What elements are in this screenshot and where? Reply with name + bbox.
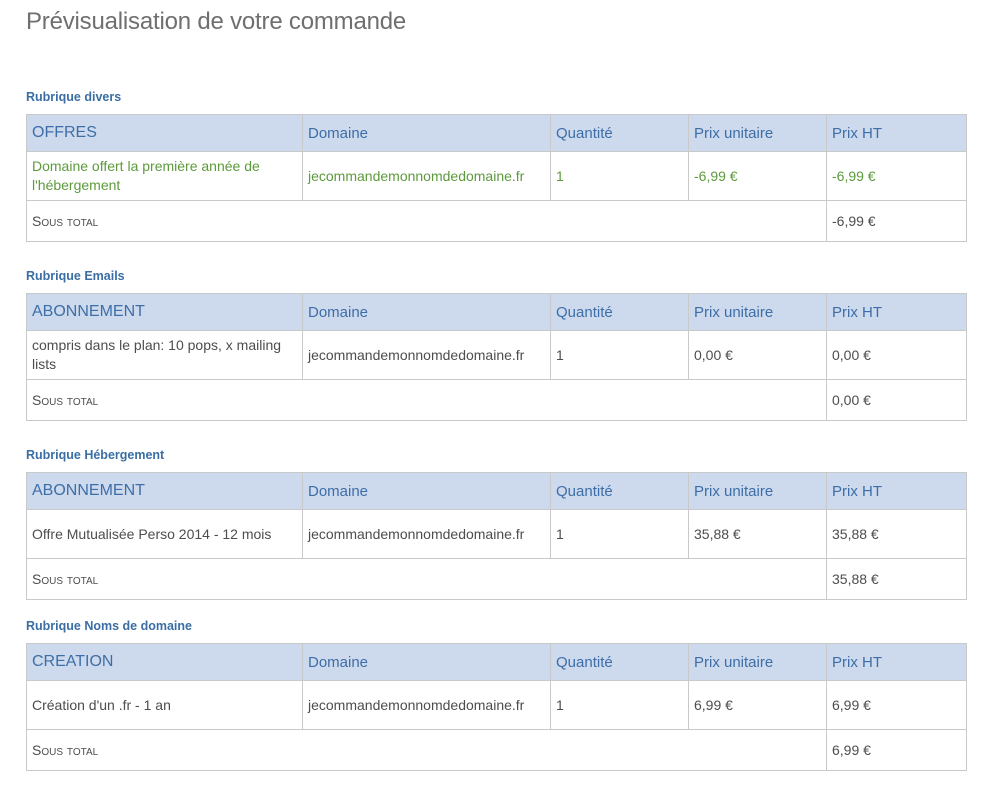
page-title: Prévisualisation de votre commande (26, 8, 407, 35)
item-quantity: 1 (550, 330, 689, 380)
header-category: CREATION (26, 643, 303, 681)
section-noms-de-domaine: Rubrique Noms de domaine CREATION Domain… (26, 617, 967, 771)
subtotal-label: Sous total (26, 558, 827, 600)
item-quantity: 1 (550, 509, 689, 559)
item-unit-price: -6,99 € (688, 151, 827, 201)
item-unit-price: 6,99 € (688, 680, 827, 730)
subtotal-row: Sous total 6,99 € (26, 729, 967, 771)
table-row: Offre Mutualisée Perso 2014 - 12 mois je… (26, 509, 967, 559)
header-unit-price: Prix unitaire (688, 114, 827, 152)
header-unit-price: Prix unitaire (688, 293, 827, 331)
section-title: Rubrique Hébergement (26, 448, 165, 462)
header-category: ABONNEMENT (26, 472, 303, 510)
table-header-row: CREATION Domaine Quantité Prix unitaire … (26, 643, 967, 681)
header-total-price: Prix HT (826, 643, 967, 681)
header-total-price: Prix HT (826, 293, 967, 331)
item-unit-price: 0,00 € (688, 330, 827, 380)
header-unit-price: Prix unitaire (688, 472, 827, 510)
header-total-price: Prix HT (826, 114, 967, 152)
section-title: Rubrique Emails (26, 269, 125, 283)
item-total-price: 6,99 € (826, 680, 967, 730)
header-total-price: Prix HT (826, 472, 967, 510)
item-detail: Création d'un .fr - 1 an (26, 680, 303, 730)
subtotal-label: Sous total (26, 729, 827, 771)
header-domain: Domaine (302, 114, 551, 152)
header-domain: Domaine (302, 643, 551, 681)
item-domain: jecommandemonnomdedomaine.fr (302, 680, 551, 730)
table-header-row: ABONNEMENT Domaine Quantité Prix unitair… (26, 472, 967, 510)
header-category: OFFRES (26, 114, 303, 152)
order-table: ABONNEMENT Domaine Quantité Prix unitair… (26, 293, 967, 421)
order-table: CREATION Domaine Quantité Prix unitaire … (26, 643, 967, 771)
subtotal-value: 35,88 € (826, 558, 967, 600)
header-quantity: Quantité (550, 114, 689, 152)
subtotal-row: Sous total -6,99 € (26, 200, 967, 242)
section-hebergement: Rubrique Hébergement ABONNEMENT Domaine … (26, 446, 967, 600)
section-title: Rubrique divers (26, 90, 122, 104)
order-table: OFFRES Domaine Quantité Prix unitaire Pr… (26, 114, 967, 242)
item-domain: jecommandemonnomdedomaine.fr (302, 151, 551, 201)
order-table: ABONNEMENT Domaine Quantité Prix unitair… (26, 472, 967, 600)
item-total-price: 35,88 € (826, 509, 967, 559)
table-header-row: ABONNEMENT Domaine Quantité Prix unitair… (26, 293, 967, 331)
subtotal-label: Sous total (26, 200, 827, 242)
header-domain: Domaine (302, 293, 551, 331)
item-detail: compris dans le plan: 10 pops, x mailing… (26, 330, 303, 380)
item-domain: jecommandemonnomdedomaine.fr (302, 509, 551, 559)
item-domain: jecommandemonnomdedomaine.fr (302, 330, 551, 380)
section-emails: Rubrique Emails ABONNEMENT Domaine Quant… (26, 267, 967, 421)
item-detail: Offre Mutualisée Perso 2014 - 12 mois (26, 509, 303, 559)
header-quantity: Quantité (550, 472, 689, 510)
header-quantity: Quantité (550, 293, 689, 331)
table-row: Création d'un .fr - 1 an jecommandemonno… (26, 680, 967, 730)
subtotal-row: Sous total 35,88 € (26, 558, 967, 600)
header-domain: Domaine (302, 472, 551, 510)
section-title: Rubrique Noms de domaine (26, 619, 192, 633)
header-unit-price: Prix unitaire (688, 643, 827, 681)
table-row: compris dans le plan: 10 pops, x mailing… (26, 330, 967, 380)
item-quantity: 1 (550, 151, 689, 201)
subtotal-value: 6,99 € (826, 729, 967, 771)
section-divers: Rubrique divers OFFRES Domaine Quantité … (26, 88, 967, 242)
item-total-price: 0,00 € (826, 330, 967, 380)
table-header-row: OFFRES Domaine Quantité Prix unitaire Pr… (26, 114, 967, 152)
item-quantity: 1 (550, 680, 689, 730)
item-detail: Domaine offert la première année de l'hé… (26, 151, 303, 201)
header-category: ABONNEMENT (26, 293, 303, 331)
subtotal-row: Sous total 0,00 € (26, 379, 967, 421)
subtotal-value: -6,99 € (826, 200, 967, 242)
header-quantity: Quantité (550, 643, 689, 681)
item-total-price: -6,99 € (826, 151, 967, 201)
table-row: Domaine offert la première année de l'hé… (26, 151, 967, 201)
subtotal-label: Sous total (26, 379, 827, 421)
item-unit-price: 35,88 € (688, 509, 827, 559)
subtotal-value: 0,00 € (826, 379, 967, 421)
